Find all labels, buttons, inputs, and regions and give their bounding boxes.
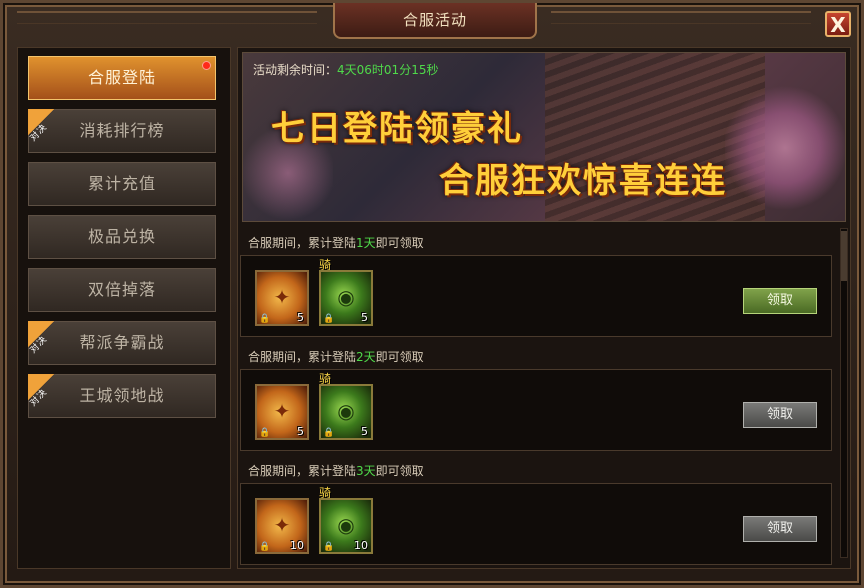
notification-dot xyxy=(202,61,211,70)
lock-icon: 🔒 xyxy=(323,542,335,552)
sidebar-item-merge-login[interactable]: 合服登陆 xyxy=(28,56,216,100)
lock-icon: 🔒 xyxy=(259,428,271,438)
blossom-tree-art xyxy=(725,83,845,213)
sidebar-item-label: 帮派争霸战 xyxy=(79,333,165,352)
timer-value: 4天06时01分15秒 xyxy=(337,63,439,77)
sidebar-item-premium-exchange[interactable]: 极品兑换 xyxy=(28,215,216,259)
item-count: 5 xyxy=(361,425,368,438)
banner-slogan-line1: 七日登陆领豪礼 xyxy=(271,109,523,149)
mount-orb-item-slot[interactable]: ◉ 🔒 10 xyxy=(319,498,373,554)
sidebar-item-label: 累计充值 xyxy=(87,174,156,193)
duel-ribbon: 对决 xyxy=(28,374,54,409)
reward-row: ✦ 🔒 5 骑 ◉ 🔒 5 领取 xyxy=(240,255,832,337)
title-ornament-right xyxy=(551,11,811,24)
content-panel: 活动剩余时间：4天06时01分15秒 七日登陆领豪礼 合服狂欢惊喜连连 合服期间… xyxy=(237,47,851,569)
scrollbar[interactable] xyxy=(840,228,848,558)
mount-orb-icon: ◉ xyxy=(337,399,355,423)
claim-button[interactable]: 领取 xyxy=(743,288,817,314)
scroll-item-slot[interactable]: ✦ 🔒 5 xyxy=(255,384,309,440)
countdown-timer: 活动剩余时间：4天06时01分15秒 xyxy=(253,61,438,78)
duel-ribbon: 对决 xyxy=(28,321,54,356)
item-count: 5 xyxy=(297,311,304,324)
scrollbar-thumb[interactable] xyxy=(841,231,847,281)
mount-orb-icon: ◉ xyxy=(337,285,355,309)
reward-condition: 合服期间，累计登陆3天即可领取 xyxy=(248,464,424,478)
duel-ribbon: 对决 xyxy=(28,109,54,144)
timer-label: 活动剩余时间： xyxy=(253,63,338,77)
reward-row: ✦ 🔒 5 骑 ◉ 🔒 5 领取 xyxy=(240,369,832,451)
scroll-icon: ✦ xyxy=(273,285,291,309)
title-ornament-left xyxy=(17,11,317,24)
scroll-item-slot[interactable]: ✦ 🔒 10 xyxy=(255,498,309,554)
mount-orb-item-slot[interactable]: ◉ 🔒 5 xyxy=(319,384,373,440)
scroll-item-slot[interactable]: ✦ 🔒 5 xyxy=(255,270,309,326)
sidebar-item-double-drop[interactable]: 双倍掉落 xyxy=(28,268,216,312)
activity-window: 合服活动 X 合服登陆 对决 消耗排行榜 累计充值 极品兑换 双倍掉落 对决 帮… xyxy=(0,0,864,588)
claim-button[interactable]: 领取 xyxy=(743,516,817,542)
item-count: 5 xyxy=(361,311,368,324)
mount-orb-item-slot[interactable]: ◉ 🔒 5 xyxy=(319,270,373,326)
lock-icon: 🔒 xyxy=(259,314,271,324)
sidebar-item-label: 双倍掉落 xyxy=(87,280,156,299)
sidebar-item-cumulative-recharge[interactable]: 累计充值 xyxy=(28,162,216,206)
reward-condition: 合服期间，累计登陆1天即可领取 xyxy=(248,236,424,250)
window-title: 合服活动 xyxy=(333,3,537,39)
mount-orb-icon: ◉ xyxy=(337,513,355,537)
sidebar: 合服登陆 对决 消耗排行榜 累计充值 极品兑换 双倍掉落 对决 帮派争霸战 对决… xyxy=(17,47,231,569)
close-button[interactable]: X xyxy=(825,11,851,37)
reward-condition: 合服期间，累计登陆2天即可领取 xyxy=(248,350,424,364)
sidebar-item-spend-ranking[interactable]: 对决 消耗排行榜 xyxy=(28,109,216,153)
reward-row: ✦ 🔒 10 骑 ◉ 🔒 10 领取 xyxy=(240,483,832,565)
claim-button[interactable]: 领取 xyxy=(743,402,817,428)
item-count: 10 xyxy=(290,539,304,552)
item-count: 10 xyxy=(354,539,368,552)
sidebar-item-label: 合服登陆 xyxy=(87,68,156,87)
lock-icon: 🔒 xyxy=(259,542,271,552)
scroll-icon: ✦ xyxy=(273,399,291,423)
event-banner: 活动剩余时间：4天06时01分15秒 七日登陆领豪礼 合服狂欢惊喜连连 xyxy=(242,52,846,222)
sidebar-item-label: 极品兑换 xyxy=(87,227,156,246)
sidebar-item-royal-territory-war[interactable]: 对决 王城领地战 xyxy=(28,374,216,418)
banner-slogan-line2: 合服狂欢惊喜连连 xyxy=(439,161,727,201)
lock-icon: 🔒 xyxy=(323,428,335,438)
lock-icon: 🔒 xyxy=(323,314,335,324)
scroll-icon: ✦ xyxy=(273,513,291,537)
item-count: 5 xyxy=(297,425,304,438)
sidebar-item-label: 王城领地战 xyxy=(79,386,165,405)
sidebar-item-label: 消耗排行榜 xyxy=(79,121,165,140)
sidebar-item-guild-war[interactable]: 对决 帮派争霸战 xyxy=(28,321,216,365)
